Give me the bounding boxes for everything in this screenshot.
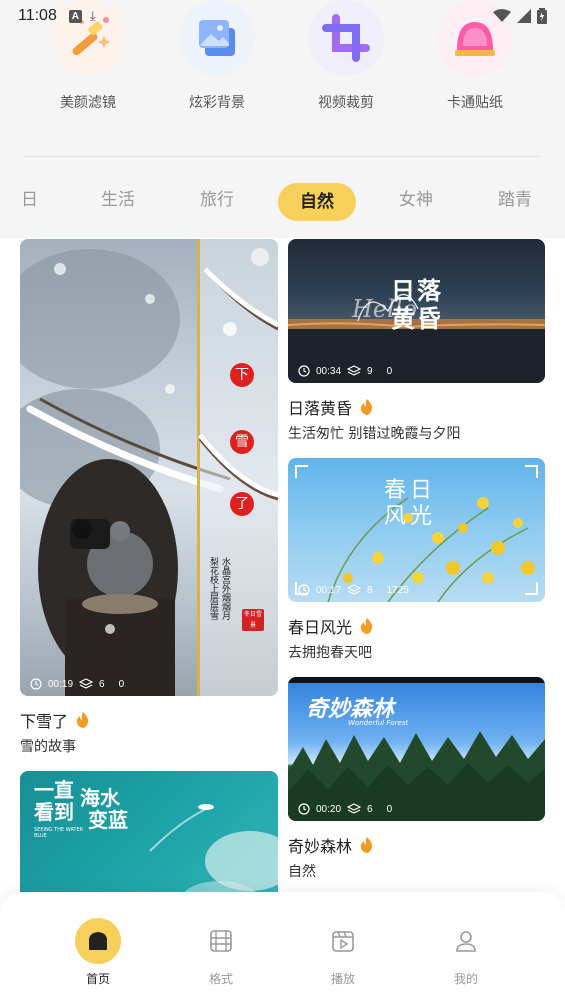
status-time: 11:08 <box>18 7 57 24</box>
play-icon <box>320 918 366 964</box>
template-feed: 下 雪 了 水晶宫外烟烟月 梨花枝上层层雪 冬日雪景 00:19 6 0 下雪了… <box>0 238 565 1004</box>
overlay-line: 一直 <box>34 778 74 802</box>
template-thumbnail: 春日风光 00:17 8 1725 <box>288 458 545 602</box>
user-icon <box>443 918 489 964</box>
flame-icon <box>360 618 373 634</box>
overlay-script: Hello <box>352 295 417 323</box>
template-duration: 00:34 <box>316 365 342 377</box>
template-card-spring[interactable]: 春日风光 00:17 8 1725 春日风光 去拥抱春天吧 <box>288 458 545 662</box>
template-card-snow[interactable]: 下 雪 了 水晶宫外烟烟月 梨花枝上层层雪 冬日雪景 00:19 6 0 下雪了… <box>20 239 278 756</box>
divider <box>25 156 540 157</box>
template-layers: 8 <box>367 584 373 596</box>
template-title: 下雪了 <box>20 712 69 731</box>
template-title-row: 奇妙森林 <box>288 833 545 857</box>
layers-icon <box>79 678 94 689</box>
nav-profile[interactable]: 我的 <box>426 918 506 987</box>
template-count: 0 <box>386 365 393 377</box>
template-layers: 6 <box>99 678 105 690</box>
template-title-row: 春日风光 <box>288 614 545 638</box>
flame-icon <box>360 837 373 853</box>
overlay-char: 了 <box>230 492 254 516</box>
overlay-line: 看到 <box>34 800 74 824</box>
template-meta: 00:20 6 0 <box>298 803 392 815</box>
template-duration: 00:20 <box>316 803 342 815</box>
flame-icon <box>76 712 89 728</box>
tab-nature[interactable]: 自然 <box>278 183 356 221</box>
category-tabs: 日 生活 旅行 自然 女神 踏青 <box>0 180 565 224</box>
wifi-icon <box>493 9 511 22</box>
clock-icon <box>30 678 42 690</box>
overlay-subtitle: Wonderful Forest <box>348 719 409 727</box>
nav-label: 首页 <box>85 972 110 986</box>
template-subtitle: 自然 <box>288 864 316 880</box>
template-meta: 00:34 9 0 <box>298 365 392 377</box>
status-notifications: A ⤓ <box>68 8 96 24</box>
template-subtitle: 生活匆忙 别错过晚霞与夕阳 <box>288 426 461 442</box>
nav-home[interactable]: 首页 <box>58 918 138 987</box>
seal-stamp: 冬日雪景 <box>242 609 264 631</box>
tool-label: 炫彩背景 <box>189 95 245 111</box>
battery-icon <box>537 8 547 24</box>
tool-label: 美颜滤镜 <box>60 95 116 111</box>
overlay-line: 变蓝 <box>88 808 128 832</box>
film-icon <box>198 918 244 964</box>
template-subtitle: 雪的故事 <box>20 739 76 755</box>
tab-outing[interactable]: 踏青 <box>485 180 545 220</box>
notification-a-icon: A <box>68 9 82 23</box>
template-thumbnail: 奇妙森林 Wonderful Forest 00:20 6 0 <box>288 677 545 821</box>
overlay-char: 下 <box>230 363 254 387</box>
nav-label: 我的 <box>453 972 478 986</box>
template-card-forest[interactable]: 奇妙森林 Wonderful Forest 00:20 6 0 奇妙森林 自然 <box>288 677 545 881</box>
status-indicators <box>493 8 547 24</box>
template-layers: 9 <box>367 365 373 377</box>
template-count: 0 <box>118 678 125 690</box>
bottom-navigation: 首页 格式 播放 我的 <box>0 892 565 1004</box>
tab-goddess[interactable]: 女神 <box>386 180 446 220</box>
template-title-row: 日落黄昏 <box>288 395 545 419</box>
template-thumbnail: 下 雪 了 水晶宫外烟烟月 梨花枝上层层雪 冬日雪景 00:19 6 0 <box>20 239 278 696</box>
template-title: 春日风光 <box>288 618 353 637</box>
template-thumbnail: 日落黄昏 Hello 00:34 9 0 <box>288 239 545 383</box>
nav-format[interactable]: 格式 <box>181 918 261 987</box>
signal-icon <box>517 9 531 23</box>
tab-life[interactable]: 生活 <box>88 180 148 220</box>
overlay-title: 春日风光 <box>384 478 437 529</box>
clock-icon <box>298 584 310 596</box>
template-meta: 00:17 8 1725 <box>298 584 409 596</box>
nav-label: 播放 <box>330 972 355 986</box>
layers-icon <box>347 803 362 814</box>
overlay-char: 雪 <box>230 430 254 454</box>
status-bar: 11:08 A ⤓ <box>0 0 565 32</box>
home-icon <box>75 918 121 964</box>
clock-icon <box>298 803 310 815</box>
tab-travel[interactable]: 旅行 <box>187 180 247 220</box>
template-title-row: 下雪了 <box>20 708 278 732</box>
poem-line: 梨花枝上层层雪 <box>208 557 218 620</box>
template-duration: 00:19 <box>48 678 74 690</box>
overlay-line: 海水 <box>80 786 120 810</box>
layers-icon <box>347 365 362 376</box>
template-meta: 00:19 6 0 <box>30 678 124 690</box>
template-count: 0 <box>386 803 393 815</box>
tool-label: 卡通贴纸 <box>447 95 503 111</box>
template-card-sunset[interactable]: 日落黄昏 Hello 00:34 9 0 日落黄昏 生活匆忙 别错过晚霞与夕阳 <box>288 239 545 443</box>
template-title: 奇妙森林 <box>288 837 353 856</box>
clock-icon <box>298 365 310 377</box>
template-title: 日落黄昏 <box>288 399 353 418</box>
template-layers: 6 <box>367 803 373 815</box>
template-count: 1725 <box>386 584 409 596</box>
template-subtitle: 去拥抱春天吧 <box>288 645 372 661</box>
flame-icon <box>360 399 373 415</box>
layers-icon <box>347 584 362 595</box>
poem-line: 水晶宫外烟烟月 <box>220 557 230 620</box>
nav-label: 格式 <box>208 972 233 986</box>
download-icon: ⤓ <box>89 8 96 24</box>
template-duration: 00:17 <box>316 584 342 596</box>
tool-label: 视频裁剪 <box>318 95 374 111</box>
tab-daily[interactable]: 日 <box>0 180 50 220</box>
overlay-small: SEEING THE WATER BLUE <box>34 827 84 839</box>
nav-play[interactable]: 播放 <box>303 918 383 987</box>
